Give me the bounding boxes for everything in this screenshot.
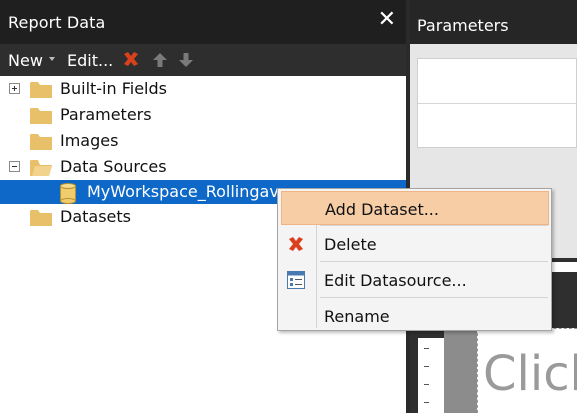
click-placeholder-text[interactable]: Click — [483, 346, 577, 402]
parameters-drop-area[interactable] — [417, 58, 577, 148]
menu-separator — [320, 261, 548, 262]
database-icon — [60, 183, 76, 204]
menu-separator — [320, 297, 548, 298]
tree-item-built-in-fields[interactable]: Built-in Fields — [0, 76, 406, 102]
report-margin — [444, 328, 477, 413]
new-dropdown-caret-icon[interactable] — [49, 57, 55, 61]
ruler-tick — [424, 366, 429, 367]
ruler-tick — [424, 348, 429, 349]
parameters-grid-line — [418, 103, 577, 104]
parameters-header: Parameters — [410, 0, 577, 44]
new-button[interactable]: New — [8, 51, 43, 70]
edit-button[interactable]: Edit... — [67, 51, 113, 70]
menu-item-label: Rename — [324, 307, 390, 326]
folder-icon — [30, 108, 52, 124]
tree-item-parameters[interactable]: Parameters — [0, 102, 406, 128]
report-data-header: Report Data ✕ — [0, 0, 406, 44]
menu-item-label: Edit Datasource... — [324, 271, 467, 290]
menu-item-edit-datasource[interactable]: Edit Datasource... — [281, 263, 549, 297]
menu-item-rename[interactable]: Rename — [281, 299, 549, 333]
vertical-ruler — [418, 338, 444, 413]
tree-item-label: Data Sources — [60, 157, 167, 176]
report-data-toolbar: New Edit... — [0, 44, 406, 76]
report-data-title: Report Data — [8, 13, 106, 32]
tree-item-label: Built-in Fields — [60, 79, 167, 98]
menu-item-delete[interactable]: Delete — [281, 227, 549, 261]
tree-item-data-sources[interactable]: Data Sources — [0, 154, 406, 180]
delete-x-icon — [289, 237, 303, 251]
expand-plus-icon[interactable] — [9, 83, 20, 94]
parameters-title: Parameters — [417, 16, 509, 35]
menu-item-label: Delete — [324, 235, 377, 254]
move-up-arrow-icon[interactable] — [152, 52, 168, 68]
folder-icon — [30, 82, 52, 98]
folder-open-icon — [30, 160, 52, 176]
delete-x-icon[interactable] — [121, 49, 141, 69]
move-down-arrow-icon[interactable] — [178, 52, 194, 68]
menu-separator — [320, 225, 548, 226]
menu-item-label: Add Dataset... — [325, 200, 439, 219]
context-menu: Add Dataset... Delete Edit Datasource...… — [277, 188, 552, 331]
report-body-canvas[interactable]: Click — [477, 328, 577, 413]
ruler-tick — [424, 402, 429, 403]
menu-item-add-dataset[interactable]: Add Dataset... — [281, 191, 549, 225]
collapse-minus-icon[interactable] — [9, 161, 20, 172]
tree-item-label: Datasets — [60, 207, 131, 226]
close-icon[interactable]: ✕ — [378, 8, 396, 32]
properties-icon — [287, 271, 305, 289]
ruler-tick — [424, 384, 429, 385]
tree-item-label: Images — [60, 131, 119, 150]
folder-icon — [30, 210, 52, 226]
tree-item-label: Parameters — [60, 105, 152, 124]
tree-item-images[interactable]: Images — [0, 128, 406, 154]
folder-icon — [30, 134, 52, 150]
tree-item-label: MyWorkspace_Rollingave — [87, 182, 289, 201]
